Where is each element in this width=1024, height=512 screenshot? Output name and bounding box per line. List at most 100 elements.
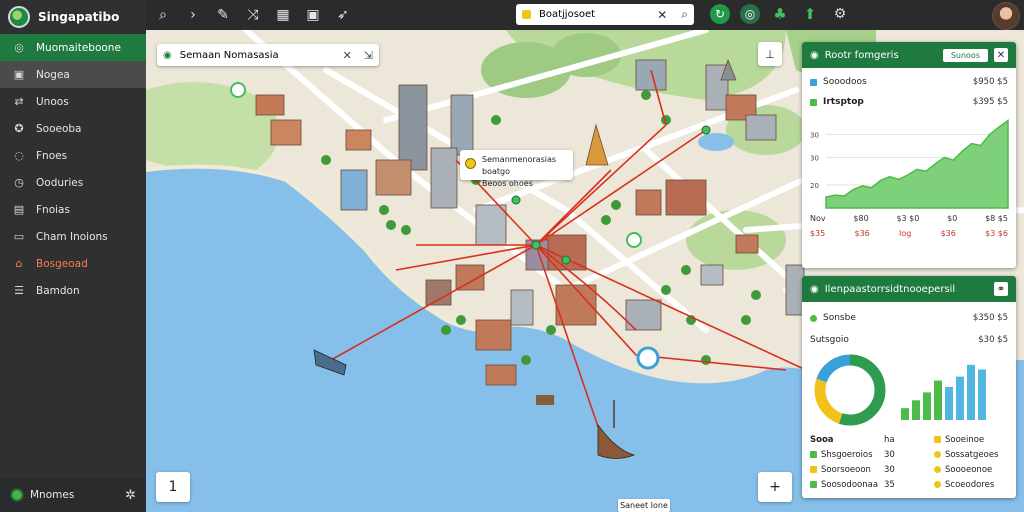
stats-row-1-value: $950 $5 — [972, 77, 1008, 87]
summary-row-2-label: Sutsgoio — [810, 335, 849, 345]
sidebar-item-9[interactable]: ⌂ Bosgeoad — [0, 250, 146, 277]
stats-panel-header: ◉ Rootr fomgeris Sunoos ✕ — [802, 42, 1016, 68]
map-search-input[interactable] — [177, 48, 331, 62]
bar — [912, 400, 921, 420]
sidebar-item-4[interactable]: ✪ Sooeoba — [0, 115, 146, 142]
legend-value: 35 — [884, 479, 895, 490]
bar — [956, 376, 965, 420]
bird-tool-icon[interactable]: ➶ — [330, 2, 356, 28]
legend-head-c: Sooeinoe — [934, 434, 1008, 445]
legend-item: Soooeonoe — [934, 464, 1008, 475]
gear-icon[interactable]: ⚙ — [830, 4, 850, 24]
legend-item: Soorsoeoon — [810, 464, 884, 475]
shuffle-tool-icon[interactable]: ⤨ — [240, 2, 266, 28]
home-icon: ⌂ — [15, 257, 23, 270]
logo-icon — [8, 6, 30, 28]
legend-head: Sooa ha Sooeinoe — [802, 434, 1016, 445]
sidebar-user[interactable]: Mnomes — [10, 488, 74, 502]
status-dot-icon — [10, 488, 24, 502]
bar — [967, 364, 976, 420]
summary-panel: ◉ Ilenpaastorrsidtnooepersil ⚭ Sonsbe $3… — [802, 276, 1016, 498]
map-popup[interactable]: Semanmenorasias boatgo Beoos ohoes — [460, 150, 573, 188]
pin-top-button[interactable]: ⊥ — [758, 42, 782, 66]
folder-icon: ▣ — [13, 68, 25, 81]
expand-icon[interactable]: ⇲ — [364, 49, 373, 62]
refresh-icon[interactable]: ↻ — [710, 4, 730, 24]
legend-item: Shsgoeroios — [810, 449, 884, 460]
list-icon: ☰ — [14, 284, 24, 297]
tag-icon — [522, 10, 531, 19]
summary-row-2: Sutsgoio $30 $5 — [802, 332, 1016, 348]
scale-label: Saneet Ione — [618, 499, 670, 512]
summary-row-2-value: $30 $5 — [978, 335, 1008, 345]
summary-row-1: Sonsbe $350 $5 — [802, 310, 1016, 326]
up-arrow-icon[interactable]: ⬆ — [800, 4, 820, 24]
bottom-value: $36 — [854, 229, 870, 238]
legend-value: 30 — [884, 449, 895, 460]
shield-icon[interactable]: ◎ — [740, 4, 760, 24]
chat-icon: ◌ — [14, 149, 24, 162]
arrows-icon: ⇄ — [14, 95, 24, 108]
sidebar-item-3[interactable]: ⇄ Unoos — [0, 88, 146, 115]
bookmark-tool-icon[interactable]: ▣ — [300, 2, 326, 28]
y-tick-label: 30 — [810, 154, 819, 162]
top-search-input[interactable] — [537, 8, 652, 21]
bar — [945, 386, 954, 420]
zoom-left-button[interactable]: 1 — [156, 472, 190, 502]
search-tool-icon[interactable]: ⌕ — [150, 2, 176, 28]
brand[interactable]: Singapatibo — [0, 0, 146, 34]
area-series — [825, 119, 1009, 209]
pen-tool-icon[interactable]: ✎ — [210, 2, 236, 28]
sidebar-footer: Mnomes ✲ — [0, 478, 146, 512]
x-tick-label: $3 $0 — [896, 214, 920, 223]
square-icon — [810, 78, 817, 86]
sidebar-item-label: Cham Inoions — [36, 230, 108, 243]
legend-head-a: Sooa — [810, 434, 834, 445]
clock-icon: ◷ — [14, 176, 24, 189]
map-clear-icon[interactable]: ✕ — [343, 49, 352, 62]
stats-panel-button[interactable]: Sunoos — [942, 48, 988, 62]
pin-icon — [465, 158, 476, 169]
sidebar-item-2[interactable]: ▣ Nogea — [0, 61, 146, 88]
legend: Shsgoeroios 30 Sossatgeoes Soorsoeoon 30 Sooo… — [802, 449, 1016, 490]
legend-item: Sossatgeoes — [934, 449, 1008, 460]
stats-row-2: Irtsptop $395 $5 — [802, 94, 1016, 110]
sidebar-nav: ◎ Muomaiteboone ▣ Nogea ⇄ Unoos ✪ Sooeoba ◌ Fnoes… — [0, 34, 146, 304]
sidebar-item-label: Bamdon — [36, 284, 80, 297]
sidebar-item-7[interactable]: ▤ Fnoias — [0, 196, 146, 223]
sidebar-item-8[interactable]: ▭ Cham Inoions — [0, 223, 146, 250]
settings-icon[interactable]: ✲ — [125, 488, 136, 503]
sidebar-user-label: Mnomes — [30, 489, 75, 501]
sidebar-item-5[interactable]: ◌ Fnoes — [0, 142, 146, 169]
tree-icon[interactable]: ♣ — [770, 4, 790, 24]
sidebar: Singapatibo ◎ Muomaiteboone ▣ Nogea ⇄ Unoos ✪ S… — [0, 0, 147, 512]
sidebar-item-1[interactable]: ◎ Muomaiteboone — [0, 34, 146, 61]
x-tick-label: Nov — [810, 214, 826, 223]
top-icons: ↻ ◎ ♣ ⬆ ⚙ — [710, 4, 850, 24]
area-chart: 30 30 20 — [810, 119, 1009, 209]
location-icon: ◉ — [163, 49, 172, 61]
stats-row-1: Sooodoos $950 $5 — [802, 74, 1016, 90]
stats-row-2-label: Irtsptop — [823, 97, 864, 107]
x-tick-label: $8 $5 — [985, 214, 1008, 223]
stats-panel: ◉ Rootr fomgeris Sunoos ✕ Sooodoos $950 … — [802, 42, 1016, 268]
link-icon[interactable]: ⚭ — [994, 282, 1008, 296]
legend-head-b: ha — [884, 434, 895, 445]
chart-bottom-values: $35 $36 Iog $36 $3 $6 — [802, 223, 1016, 238]
summary-row-1-value: $350 $5 — [972, 313, 1008, 323]
sidebar-item-6[interactable]: ◷ Ooduries — [0, 169, 146, 196]
donut-chart — [814, 354, 886, 426]
bottom-value: $3 $6 — [985, 229, 1008, 238]
search-icon[interactable]: ⌕ — [681, 7, 688, 22]
grid-tool-icon[interactable]: ▦ — [270, 2, 296, 28]
grid-icon: ▤ — [13, 203, 25, 216]
avatar[interactable] — [992, 2, 1020, 30]
y-tick-label: 30 — [810, 131, 819, 139]
clear-search-icon[interactable]: ✕ — [657, 8, 667, 22]
square-icon — [810, 98, 817, 106]
legend-item: Soosodoonaa — [810, 479, 884, 490]
close-icon[interactable]: ✕ — [994, 48, 1008, 62]
zoom-right-button[interactable]: + — [758, 472, 792, 502]
pointer-tool-icon[interactable]: › — [180, 2, 206, 28]
sidebar-item-10[interactable]: ☰ Bamdon — [0, 277, 146, 304]
